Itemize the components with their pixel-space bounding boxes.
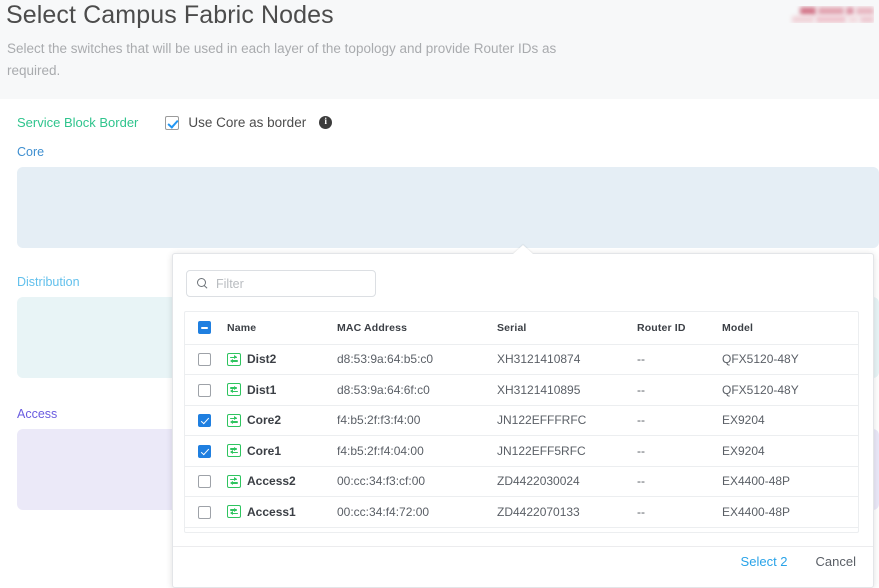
row-checkbox-cell bbox=[185, 466, 227, 497]
page-subtitle: Select the switches that will be used in… bbox=[7, 38, 567, 82]
device-name: Access2 bbox=[247, 474, 296, 488]
device-serial: XH3121410895 bbox=[497, 375, 637, 406]
use-core-as-border-label: Use Core as border bbox=[188, 115, 306, 130]
device-name: Dist1 bbox=[247, 383, 276, 397]
device-serial: JN122EFFFRFC bbox=[497, 405, 637, 436]
devices-table-container: Name MAC Address Serial Router ID Model … bbox=[184, 311, 859, 533]
table-row[interactable]: Access1 00:cc:34:f4:72:00ZD4422070133--EX… bbox=[185, 497, 858, 528]
device-name-cell: Core2 bbox=[227, 405, 337, 436]
device-router-id: -- bbox=[637, 466, 722, 497]
device-serial: ZD4422070133 bbox=[497, 497, 637, 528]
device-name-cell: Access1 bbox=[227, 497, 337, 528]
device-mac: 00:cc:34:f4:72:00 bbox=[337, 497, 497, 528]
switch-icon bbox=[227, 475, 241, 488]
switch-selection-popover: Name MAC Address Serial Router ID Model … bbox=[172, 253, 874, 588]
switch-icon bbox=[227, 383, 241, 396]
select-all-checkbox[interactable] bbox=[198, 321, 211, 334]
column-header-serial[interactable]: Serial bbox=[497, 312, 637, 344]
switch-icon bbox=[227, 414, 241, 427]
row-checkbox[interactable] bbox=[198, 445, 211, 458]
device-serial: JN122EFF5RFC bbox=[497, 436, 637, 467]
row-checkbox[interactable] bbox=[198, 384, 211, 397]
device-name: Core1 bbox=[247, 444, 281, 458]
device-name-cell: Dist2 bbox=[227, 344, 337, 375]
row-checkbox[interactable] bbox=[198, 414, 211, 427]
column-header-router-id[interactable]: Router ID bbox=[637, 312, 722, 344]
row-checkbox[interactable] bbox=[198, 475, 211, 488]
select-all-cell bbox=[185, 312, 227, 344]
table-row[interactable]: Dist2 d8:53:9a:64:b5:c0XH3121410874--QFX5… bbox=[185, 344, 858, 375]
devices-table: Name MAC Address Serial Router ID Model … bbox=[185, 312, 858, 528]
select-button[interactable]: Select 2 bbox=[741, 554, 788, 569]
row-checkbox-cell bbox=[185, 375, 227, 406]
device-model: EX9204 bbox=[722, 436, 858, 467]
row-checkbox-cell bbox=[185, 436, 227, 467]
table-header-row: Name MAC Address Serial Router ID Model bbox=[185, 312, 858, 344]
device-router-id: -- bbox=[637, 436, 722, 467]
device-model: EX9204 bbox=[722, 405, 858, 436]
device-mac: d8:53:9a:64:6f:c0 bbox=[337, 375, 497, 406]
cancel-button[interactable]: Cancel bbox=[816, 554, 856, 569]
service-block-border-row: Service Block Border Use Core as border … bbox=[17, 115, 332, 130]
column-header-model[interactable]: Model bbox=[722, 312, 858, 344]
column-header-name[interactable]: Name bbox=[227, 312, 337, 344]
device-name: Access1 bbox=[247, 505, 296, 519]
row-checkbox-cell bbox=[185, 344, 227, 375]
row-checkbox-cell bbox=[185, 497, 227, 528]
device-router-id: -- bbox=[637, 405, 722, 436]
device-model: EX4400-48P bbox=[722, 466, 858, 497]
device-model: EX4400-48P bbox=[722, 497, 858, 528]
device-serial: ZD4422030024 bbox=[497, 466, 637, 497]
switch-icon bbox=[227, 444, 241, 457]
device-mac: 00:cc:34:f3:cf:00 bbox=[337, 466, 497, 497]
zone-label-core: Core bbox=[17, 145, 44, 159]
service-block-border-label: Service Block Border bbox=[17, 115, 138, 130]
devices-table-body: Dist2d8:53:9a:64:b5:c0XH3121410874--QFX5… bbox=[185, 344, 858, 527]
device-router-id: -- bbox=[637, 497, 722, 528]
zone-label-access: Access bbox=[17, 407, 57, 421]
switch-icon bbox=[227, 353, 241, 366]
table-row[interactable]: Access2 00:cc:34:f3:cf:00ZD4422030024--EX… bbox=[185, 466, 858, 497]
column-header-mac[interactable]: MAC Address bbox=[337, 312, 497, 344]
device-router-id: -- bbox=[637, 375, 722, 406]
device-mac: f4:b5:2f:f3:f4:00 bbox=[337, 405, 497, 436]
table-row[interactable]: Core2 f4:b5:2f:f3:f4:00JN122EFFFRFC--EX92… bbox=[185, 405, 858, 436]
row-checkbox-cell bbox=[185, 405, 227, 436]
info-icon[interactable]: i bbox=[319, 116, 332, 129]
switch-icon bbox=[227, 505, 241, 518]
popover-actions: Select 2 Cancel bbox=[741, 554, 856, 569]
device-name-cell: Core1 bbox=[227, 436, 337, 467]
search-input[interactable] bbox=[186, 270, 376, 297]
device-model: QFX5120-48Y bbox=[722, 375, 858, 406]
zone-panel-core[interactable] bbox=[17, 167, 879, 248]
popover-footer-divider bbox=[173, 546, 873, 547]
filter-field bbox=[186, 270, 376, 297]
row-checkbox[interactable] bbox=[198, 353, 211, 366]
devices-table-head: Name MAC Address Serial Router ID Model bbox=[185, 312, 858, 344]
use-core-as-border-checkbox[interactable] bbox=[165, 116, 179, 130]
popover-caret bbox=[513, 245, 533, 254]
table-row[interactable]: Core1 f4:b5:2f:f4:04:00JN122EFF5RFC--EX92… bbox=[185, 436, 858, 467]
table-row[interactable]: Dist1 d8:53:9a:64:6f:c0XH3121410895--QFX5… bbox=[185, 375, 858, 406]
device-mac: f4:b5:2f:f4:04:00 bbox=[337, 436, 497, 467]
device-model: QFX5120-48Y bbox=[722, 344, 858, 375]
page-title: Select Campus Fabric Nodes bbox=[6, 1, 334, 30]
page-root: Select Campus Fabric Nodes Select the sw… bbox=[0, 0, 879, 588]
device-mac: d8:53:9a:64:b5:c0 bbox=[337, 344, 497, 375]
device-name-cell: Access2 bbox=[227, 466, 337, 497]
device-name: Core2 bbox=[247, 413, 281, 427]
zone-label-distribution: Distribution bbox=[17, 275, 80, 289]
page-header: Select Campus Fabric Nodes Select the sw… bbox=[0, 0, 879, 99]
row-checkbox[interactable] bbox=[198, 506, 211, 519]
device-name-cell: Dist1 bbox=[227, 375, 337, 406]
device-router-id: -- bbox=[637, 344, 722, 375]
redacted-account-label bbox=[786, 6, 874, 23]
device-serial: XH3121410874 bbox=[497, 344, 637, 375]
device-name: Dist2 bbox=[247, 352, 276, 366]
